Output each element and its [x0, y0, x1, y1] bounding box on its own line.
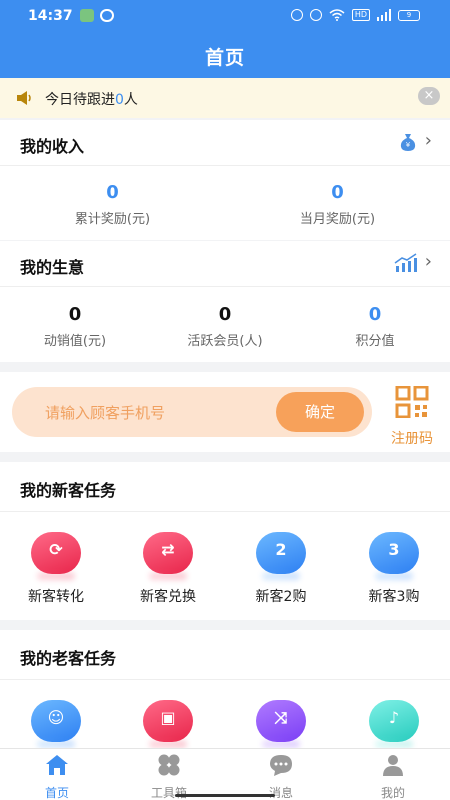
bag-3-icon: 3	[369, 532, 419, 574]
bottom-tab-bar: 首页 工具箱 消息 我的	[0, 748, 450, 800]
svg-text:¥: ¥	[406, 141, 411, 149]
task-new-exchange[interactable]: ⇄ 新客兑换	[112, 532, 224, 606]
battery-icon: 9	[398, 9, 420, 21]
stat-month-reward: 0 当月奖励(元)	[299, 182, 376, 227]
tab-profile[interactable]: 我的	[348, 753, 438, 800]
task-old-2[interactable]: ▣	[112, 700, 224, 742]
task-old-4[interactable]: ♪	[338, 700, 450, 742]
toolbox-icon	[158, 754, 180, 776]
income-card: 我的收入 ¥ › 0 累计奖励(元) 0 当月奖励(元)	[0, 120, 450, 240]
title-bar: 首页	[0, 32, 450, 78]
customer-search-card: 请输入顾客手机号 确定 注册码	[0, 372, 450, 452]
new-tasks-header: 我的新客任务	[0, 462, 450, 512]
income-header[interactable]: 我的收入 ¥ ›	[0, 120, 450, 166]
old-tasks-card: 我的老客任务 ☺ ▣ ⤨ ♪	[0, 630, 450, 748]
notice-text: 今日待跟进0人	[45, 92, 138, 108]
app-notification-icon-2	[100, 9, 114, 22]
stat-total-reward: 0 累计奖励(元)	[74, 182, 151, 227]
stat-points: 0 积分值	[355, 304, 395, 349]
qr-code-icon	[395, 385, 429, 419]
shuffle-icon: ⤨	[256, 700, 306, 742]
task-new-conversion[interactable]: ⟳ 新客转化	[0, 532, 112, 606]
business-header[interactable]: 我的生意 ›	[0, 241, 450, 287]
follow-up-notice[interactable]: 今日待跟进0人 ×	[0, 78, 450, 118]
alarm-icon	[290, 9, 303, 21]
money-bag-icon: ¥	[400, 134, 416, 151]
bag-refresh-icon: ⟳	[31, 532, 81, 574]
tab-home[interactable]: 首页	[12, 753, 102, 800]
stat-active-members: 0 活跃会员(人)	[187, 304, 263, 349]
status-bar: 14:37 HD 9	[0, 0, 450, 32]
task-old-1[interactable]: ☺	[0, 700, 112, 742]
tab-toolbox[interactable]: 工具箱	[124, 753, 214, 800]
trend-chart-icon	[394, 253, 417, 272]
tab-messages[interactable]: 消息	[236, 753, 326, 800]
hd-badge: HD	[351, 9, 370, 21]
bag-2-icon: 2	[256, 532, 306, 574]
new-tasks-card: 我的新客任务 ⟳ 新客转化 ⇄ 新客兑换 2 新客2购 3 新客3购	[0, 462, 450, 620]
signal-icon	[377, 9, 391, 21]
app-notification-icon	[80, 9, 94, 22]
register-code-button[interactable]: 注册码	[386, 385, 438, 448]
income-title: 我的收入	[20, 137, 85, 156]
message-icon	[270, 755, 292, 776]
gesture-bar	[175, 794, 275, 797]
speaker-icon	[17, 91, 31, 105]
bell-icon: ♪	[369, 700, 419, 742]
bag-exchange-icon: ⇄	[143, 532, 193, 574]
old-tasks-header: 我的老客任务	[0, 630, 450, 680]
task-new-third-purchase[interactable]: 3 新客3购	[338, 532, 450, 606]
profile-icon	[383, 755, 403, 776]
business-title: 我的生意	[20, 258, 85, 277]
wifi-icon	[329, 9, 345, 21]
chevron-right-icon: ›	[424, 130, 432, 151]
phone-input-placeholder[interactable]: 请输入顾客手机号	[45, 402, 165, 423]
home-icon	[46, 755, 68, 775]
chevron-right-icon: ›	[424, 251, 432, 272]
old-tasks-title: 我的老客任务	[20, 649, 117, 668]
task-new-second-purchase[interactable]: 2 新客2购	[225, 532, 337, 606]
page-title: 首页	[204, 47, 245, 69]
confirm-button[interactable]: 确定	[276, 392, 364, 432]
scan-icon: ▣	[143, 700, 193, 742]
notice-count: 0	[115, 92, 124, 108]
new-tasks-title: 我的新客任务	[20, 481, 117, 500]
register-code-label: 注册码	[391, 431, 433, 447]
stat-sales-value: 0 动销值(元)	[43, 304, 107, 349]
status-time: 14:37	[28, 8, 73, 24]
phone-search-field[interactable]: 请输入顾客手机号 确定	[12, 387, 372, 437]
user-exchange-icon: ☺	[31, 700, 81, 742]
business-card: 我的生意 › 0 动销值(元) 0 活跃会员(人) 0 积分值	[0, 241, 450, 362]
close-icon[interactable]: ×	[418, 87, 440, 105]
mute-icon	[309, 9, 322, 21]
task-old-3[interactable]: ⤨	[225, 700, 337, 742]
